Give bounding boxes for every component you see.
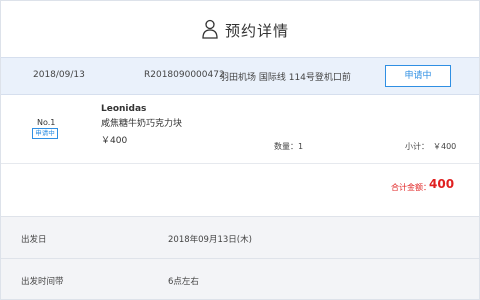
list-item: No.1 申请中 Leonidas 咸焦糖牛奶巧克力块 ￥400 数量：1 小计… <box>1 96 479 164</box>
info-key: 出发时间带 <box>21 277 64 287</box>
product-quantity: 数量：1 <box>274 142 304 151</box>
order-date: 2018/09/13 <box>33 70 85 80</box>
info-value: 6点左右 <box>168 277 199 287</box>
order-number: R2018090000472 <box>144 70 225 80</box>
info-value: 2018年09月13日(木) <box>168 235 252 245</box>
page-header: 预约详情 <box>1 1 479 57</box>
product-brand: Leonidas <box>101 104 147 114</box>
info-row-departure-date: 出发日 2018年09月13日(木) <box>1 216 479 258</box>
order-summary-bar: 2018/09/13 R2018090000472 羽田机场 国际线 114号登… <box>1 57 479 95</box>
page-title: 预约详情 <box>225 22 290 40</box>
subtotal-label: 小计： <box>405 142 429 151</box>
info-row-departure-time: 出发时间带 6点左右 <box>1 258 479 299</box>
user-icon <box>202 19 218 39</box>
status-badge: 申请中 <box>32 128 58 139</box>
pickup-location: 羽田机场 国际线 114号登机口前 <box>220 73 351 83</box>
order-total: 合计金额： 400 <box>1 165 479 216</box>
total-label: 合计金额： <box>391 183 431 192</box>
reservation-detail-card: 预约详情 2018/09/13 R2018090000472 羽田机场 国际线 … <box>0 0 480 300</box>
subtotal-value: ￥400 <box>433 142 457 151</box>
item-number: No.1 <box>37 118 56 127</box>
product-name: 咸焦糖牛奶巧克力块 <box>101 119 183 129</box>
total-value: 400 <box>429 177 455 191</box>
product-price: ￥400 <box>101 136 128 146</box>
order-status-button[interactable]: 申请中 <box>385 65 451 87</box>
info-key: 出发日 <box>21 235 47 245</box>
